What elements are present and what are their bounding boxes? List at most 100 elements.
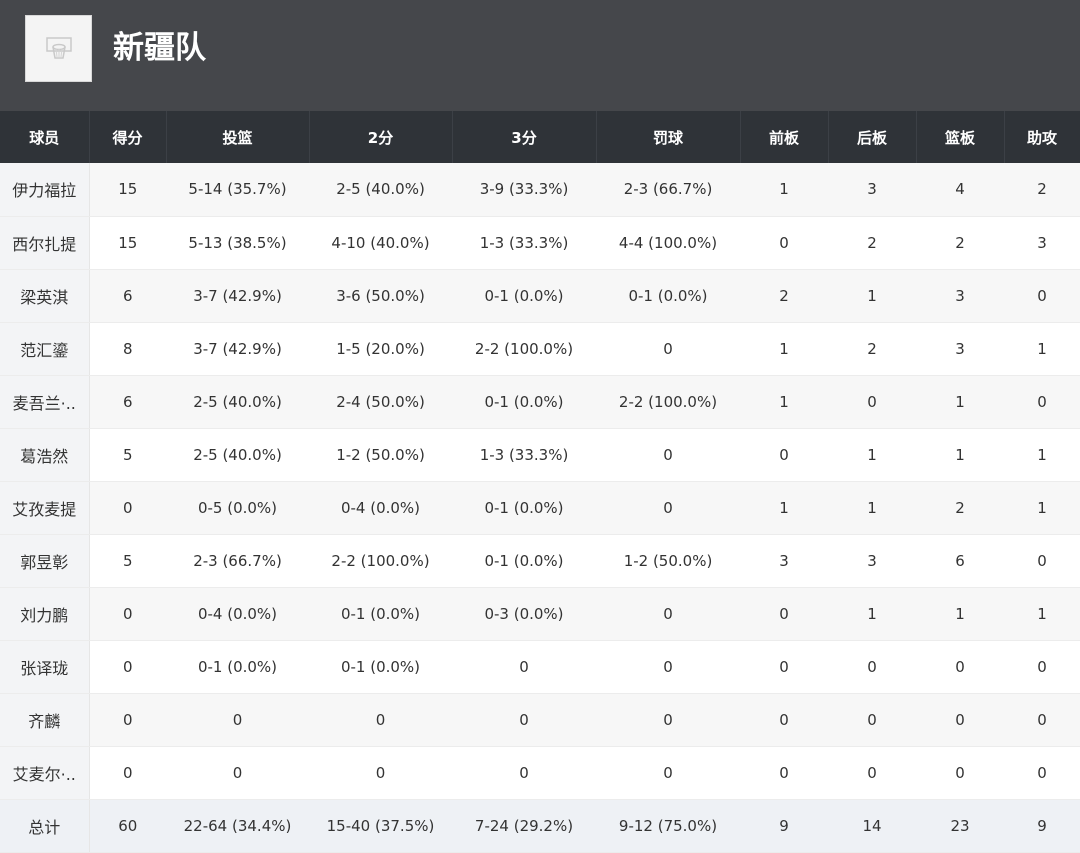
table-row: 梁英淇 6 3-7 (42.9%) 3-6 (50.0%) 0-1 (0.0%) 0-1 … <box>0 269 1080 323</box>
table-row: 葛浩然 5 2-5 (40.0%) 1-2 (50.0%) 1-3 (33.3%) 0 0 1… <box>0 428 1080 482</box>
table-row: 范汇鎏 8 3-7 (42.9%) 1-5 (20.0%) 2-2 (100.0%) 0 1… <box>0 322 1080 376</box>
stat-three-pt: 1-3 (33.3%) <box>452 216 596 270</box>
stat-reb: 4 <box>916 163 1004 217</box>
stat-three-pt: 0-1 (0.0%) <box>452 534 596 588</box>
stat-points: 0 <box>89 481 166 535</box>
column-header-two-pt[interactable]: 2分 <box>309 111 453 163</box>
stat-fg: 2-3 (66.7%) <box>166 534 309 588</box>
stat-reb: 1 <box>916 587 1004 641</box>
column-header-reb[interactable]: 篮板 <box>916 111 1005 163</box>
player-name[interactable]: 伊力福拉 <box>0 163 90 217</box>
stat-three-pt: 0 <box>452 693 596 747</box>
stat-three-pt: 0-1 (0.0%) <box>452 375 596 429</box>
stat-ast: 1 <box>1004 481 1080 535</box>
player-name[interactable]: 齐麟 <box>0 693 90 747</box>
stat-def-reb: 2 <box>828 216 916 270</box>
total-row: 总计 60 22-64 (34.4%) 15-40 (37.5%) 7-24 (29.2… <box>0 799 1080 853</box>
table-row: 郭昱彰 5 2-3 (66.7%) 2-2 (100.0%) 0-1 (0.0%) 1-2… <box>0 534 1080 588</box>
stat-ast: 1 <box>1004 428 1080 482</box>
stat-fg: 3-7 (42.9%) <box>166 322 309 376</box>
stat-fg: 5-13 (38.5%) <box>166 216 309 270</box>
column-header-points[interactable]: 得分 <box>89 111 167 163</box>
column-header-three-pt[interactable]: 3分 <box>452 111 597 163</box>
stat-def-reb: 1 <box>828 269 916 323</box>
stat-off-reb: 0 <box>740 216 828 270</box>
stat-ast: 0 <box>1004 375 1080 429</box>
player-name[interactable]: 艾孜麦提 <box>0 481 90 535</box>
stat-off-reb: 0 <box>740 587 828 641</box>
stat-ft: 2-2 (100.0%) <box>596 375 740 429</box>
stat-ast: 1 <box>1004 322 1080 376</box>
stat-two-pt: 0 <box>309 746 452 800</box>
stat-def-reb: 0 <box>828 640 916 694</box>
stat-def-reb: 0 <box>828 375 916 429</box>
stat-three-pt: 2-2 (100.0%) <box>452 322 596 376</box>
stat-fg: 0 <box>166 746 309 800</box>
table-row: 艾孜麦提 0 0-5 (0.0%) 0-4 (0.0%) 0-1 (0.0%) 0 1 1 2 1 <box>0 481 1080 535</box>
table-row: 艾麦尔·.. 0 0 0 0 0 0 0 0 0 <box>0 746 1080 800</box>
table-row: 伊力福拉 15 5-14 (35.7%) 2-5 (40.0%) 3-9 (33.3%)… <box>0 163 1080 217</box>
stat-ft: 0 <box>596 481 740 535</box>
column-header-ast[interactable]: 助攻 <box>1004 111 1080 163</box>
stat-points: 8 <box>89 322 166 376</box>
player-name[interactable]: 艾麦尔·.. <box>0 746 90 800</box>
stat-three-pt: 0 <box>452 746 596 800</box>
stat-two-pt: 3-6 (50.0%) <box>309 269 452 323</box>
player-name[interactable]: 刘力鹏 <box>0 587 90 641</box>
stat-fg: 0-4 (0.0%) <box>166 587 309 641</box>
stat-off-reb: 0 <box>740 693 828 747</box>
column-header-player[interactable]: 球员 <box>0 111 90 163</box>
stat-ft: 0 <box>596 587 740 641</box>
total-three-pt: 7-24 (29.2%) <box>452 799 596 853</box>
stat-ast: 0 <box>1004 640 1080 694</box>
stat-def-reb: 3 <box>828 163 916 217</box>
player-name[interactable]: 葛浩然 <box>0 428 90 482</box>
stat-ft: 0-1 (0.0%) <box>596 269 740 323</box>
player-name[interactable]: 西尔扎提 <box>0 216 90 270</box>
stat-two-pt: 2-5 (40.0%) <box>309 163 452 217</box>
stat-ft: 0 <box>596 693 740 747</box>
player-name[interactable]: 范汇鎏 <box>0 322 90 376</box>
stat-ft: 2-3 (66.7%) <box>596 163 740 217</box>
table-row: 西尔扎提 15 5-13 (38.5%) 4-10 (40.0%) 1-3 (33.3%… <box>0 216 1080 270</box>
stat-two-pt: 4-10 (40.0%) <box>309 216 452 270</box>
stat-reb: 1 <box>916 428 1004 482</box>
stat-ft: 0 <box>596 746 740 800</box>
stat-points: 5 <box>89 428 166 482</box>
stat-off-reb: 3 <box>740 534 828 588</box>
stat-off-reb: 1 <box>740 322 828 376</box>
player-name[interactable]: 张译珑 <box>0 640 90 694</box>
stat-fg: 0-5 (0.0%) <box>166 481 309 535</box>
total-two-pt: 15-40 (37.5%) <box>309 799 452 853</box>
column-header-def-reb[interactable]: 后板 <box>828 111 917 163</box>
stat-two-pt: 0 <box>309 693 452 747</box>
stat-off-reb: 0 <box>740 746 828 800</box>
stat-ast: 0 <box>1004 534 1080 588</box>
team-name: 新疆队 <box>113 30 206 66</box>
table-row: 齐麟 0 0 0 0 0 0 0 0 0 <box>0 693 1080 747</box>
total-off-reb: 9 <box>740 799 828 853</box>
total-def-reb: 14 <box>828 799 916 853</box>
player-name[interactable]: 郭昱彰 <box>0 534 90 588</box>
player-name[interactable]: 梁英淇 <box>0 269 90 323</box>
column-header-fg[interactable]: 投篮 <box>166 111 310 163</box>
total-reb: 23 <box>916 799 1004 853</box>
stat-off-reb: 0 <box>740 428 828 482</box>
stat-ft: 0 <box>596 322 740 376</box>
player-name[interactable]: 麦吾兰·.. <box>0 375 90 429</box>
stat-points: 5 <box>89 534 166 588</box>
box-score-table: 球员 得分 投篮 2分 3分 罚球 前板 后板 篮板 助攻 伊力福拉 15 5-14 (35.7%) 2… <box>0 111 1080 853</box>
stat-ft: 1-2 (50.0%) <box>596 534 740 588</box>
stat-reb: 3 <box>916 269 1004 323</box>
column-header-off-reb[interactable]: 前板 <box>740 111 829 163</box>
column-header-ft[interactable]: 罚球 <box>596 111 741 163</box>
stat-three-pt: 0-3 (0.0%) <box>452 587 596 641</box>
stat-reb: 2 <box>916 481 1004 535</box>
total-ft: 9-12 (75.0%) <box>596 799 740 853</box>
stat-def-reb: 1 <box>828 428 916 482</box>
stat-def-reb: 1 <box>828 587 916 641</box>
stat-ft: 0 <box>596 428 740 482</box>
stat-reb: 3 <box>916 322 1004 376</box>
stat-points: 0 <box>89 587 166 641</box>
total-fg: 22-64 (34.4%) <box>166 799 309 853</box>
